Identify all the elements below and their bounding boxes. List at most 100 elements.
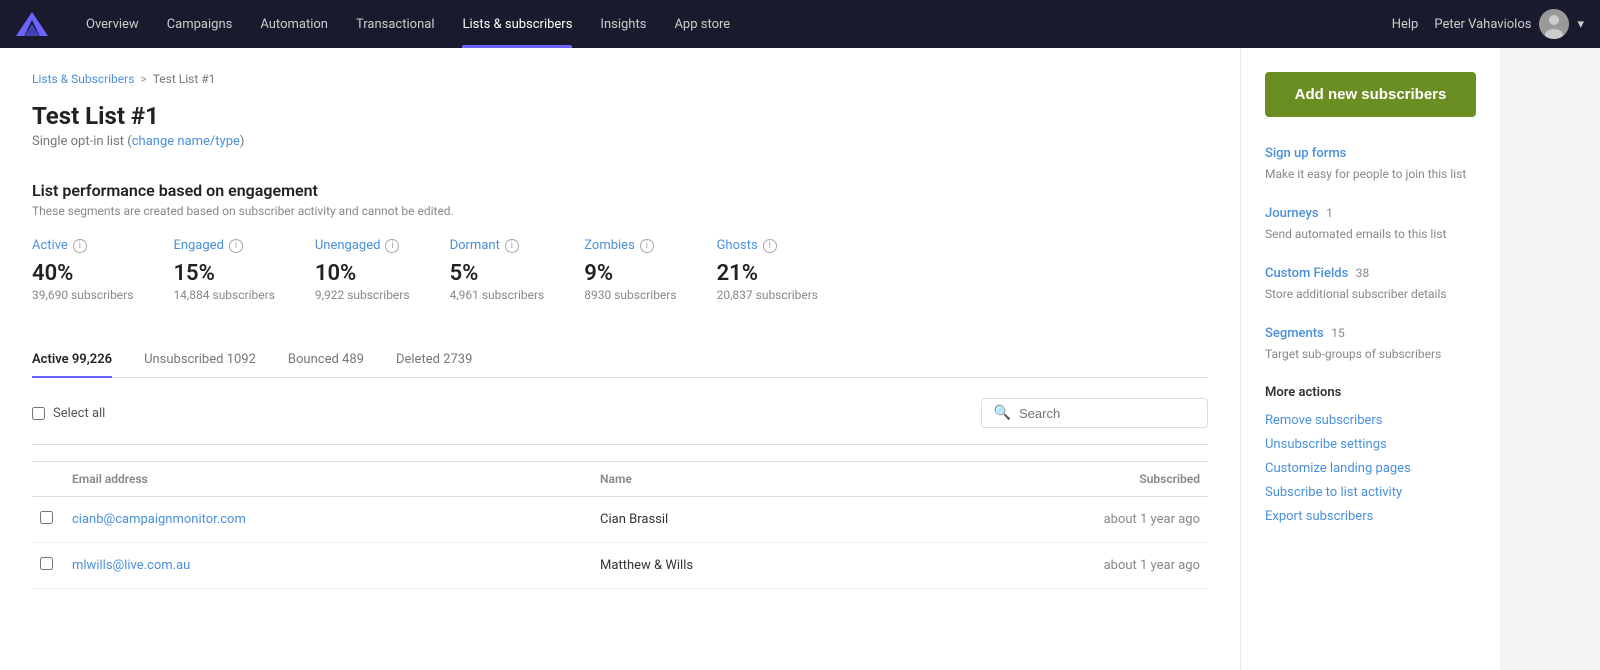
- divider: [32, 444, 1208, 445]
- info-icon[interactable]: i: [73, 239, 87, 253]
- nav-items: OverviewCampaignsAutomationTransactional…: [72, 0, 1392, 48]
- select-all-checkbox[interactable]: [32, 407, 45, 420]
- segment-count: 8930 subscribers: [584, 288, 676, 302]
- select-all-wrap: Select all: [32, 406, 981, 421]
- search-box: 🔍: [981, 398, 1208, 428]
- breadcrumb-separator: >: [140, 72, 146, 86]
- info-icon[interactable]: i: [505, 239, 519, 253]
- nav-item-overview[interactable]: Overview: [72, 0, 153, 48]
- search-icon: 🔍: [994, 405, 1011, 421]
- segment-link[interactable]: Engaged: [173, 238, 223, 253]
- tab-label: Unsubscribed: [144, 352, 223, 367]
- nav-item-lists-subscribers[interactable]: Lists & subscribers: [448, 0, 586, 48]
- nav-item-app-store[interactable]: App store: [660, 0, 744, 48]
- col-subscribed: Subscribed: [895, 462, 1208, 497]
- email-link[interactable]: cianb@campaignmonitor.com: [72, 512, 246, 527]
- col-name: Name: [592, 462, 895, 497]
- user-menu[interactable]: Peter Vahaviolos ▾: [1434, 9, 1584, 39]
- sidebar-link-desc: Send automated emails to this list: [1265, 227, 1476, 241]
- list-controls: Select all 🔍: [32, 398, 1208, 428]
- tab-count: 2739: [443, 352, 472, 367]
- segment-zombies: Zombies i 9% 8930 subscribers: [584, 238, 676, 302]
- page-wrap: Lists & Subscribers > Test List #1 Test …: [0, 48, 1600, 670]
- sidebar-link-desc: Make it easy for people to join this lis…: [1265, 167, 1476, 181]
- sidebar-link-group: Segments 15 Target sub-groups of subscri…: [1265, 325, 1476, 361]
- sidebar-link-anchor[interactable]: Sign up forms: [1265, 146, 1346, 161]
- engagement-desc: These segments are created based on subs…: [32, 204, 1208, 218]
- sidebar-link-desc: Store additional subscriber details: [1265, 287, 1476, 301]
- info-icon[interactable]: i: [229, 239, 243, 253]
- col-checkbox: [32, 462, 64, 497]
- nav-item-campaigns[interactable]: Campaigns: [153, 0, 247, 48]
- sidebar-action-link: Export subscribers: [1265, 508, 1476, 524]
- row-checkbox[interactable]: [40, 557, 53, 570]
- add-new-subscribers-button[interactable]: Add new subscribers: [1265, 72, 1476, 117]
- segment-count: 9,922 subscribers: [315, 288, 410, 302]
- page-title: Test List #1: [32, 102, 1208, 130]
- topnav: OverviewCampaignsAutomationTransactional…: [0, 0, 1600, 48]
- segment-link[interactable]: Active: [32, 238, 68, 253]
- action-link[interactable]: Unsubscribe settings: [1265, 437, 1387, 452]
- segment-link[interactable]: Ghosts: [717, 238, 758, 253]
- segment-pct: 10%: [315, 261, 410, 286]
- breadcrumb: Lists & Subscribers > Test List #1: [32, 72, 1208, 86]
- sidebar-link-badge: 38: [1356, 266, 1370, 280]
- breadcrumb-parent[interactable]: Lists & Subscribers: [32, 72, 134, 86]
- segment-count: 4,961 subscribers: [450, 288, 545, 302]
- segment-pct: 21%: [717, 261, 818, 286]
- sidebar-link-anchor[interactable]: Custom Fields: [1265, 266, 1348, 281]
- sidebar-action-link: Customize landing pages: [1265, 460, 1476, 476]
- action-link[interactable]: Customize landing pages: [1265, 461, 1411, 476]
- subscriber-table: Email address Name Subscribed cianb@camp…: [32, 461, 1208, 589]
- sidebar-action-link: Subscribe to list activity: [1265, 484, 1476, 500]
- email-link[interactable]: mlwills@live.com.au: [72, 558, 190, 573]
- segment-unengaged: Unengaged i 10% 9,922 subscribers: [315, 238, 410, 302]
- row-email: mlwills@live.com.au: [64, 543, 592, 589]
- logo[interactable]: [16, 12, 48, 36]
- nav-item-transactional[interactable]: Transactional: [342, 0, 449, 48]
- avatar: [1539, 9, 1569, 39]
- sidebar-action-link: Unsubscribe settings: [1265, 436, 1476, 452]
- tab-deleted[interactable]: Deleted 2739: [396, 342, 472, 377]
- row-email: cianb@campaignmonitor.com: [64, 497, 592, 543]
- row-checkbox-cell: [32, 543, 64, 589]
- sidebar-link: Journeys 1: [1265, 205, 1476, 221]
- segment-count: 39,690 subscribers: [32, 288, 133, 302]
- table-head: Email address Name Subscribed: [32, 462, 1208, 497]
- action-link[interactable]: Subscribe to list activity: [1265, 485, 1402, 500]
- row-subscribed: about 1 year ago: [895, 497, 1208, 543]
- sidebar-link-group: Sign up forms Make it easy for people to…: [1265, 145, 1476, 181]
- col-email: Email address: [64, 462, 592, 497]
- table-row: cianb@campaignmonitor.com Cian Brassil a…: [32, 497, 1208, 543]
- segment-link[interactable]: Dormant: [450, 238, 500, 253]
- more-actions-title: More actions: [1265, 385, 1476, 400]
- sidebar-link-anchor[interactable]: Segments: [1265, 326, 1324, 341]
- action-link[interactable]: Remove subscribers: [1265, 413, 1383, 428]
- change-name-type-link[interactable]: change name/type: [132, 134, 240, 149]
- nav-item-insights[interactable]: Insights: [586, 0, 660, 48]
- tab-unsubscribed[interactable]: Unsubscribed 1092: [144, 342, 256, 377]
- tab-bounced[interactable]: Bounced 489: [288, 342, 364, 377]
- tab-count: 1092: [227, 352, 256, 367]
- segment-count: 14,884 subscribers: [173, 288, 274, 302]
- sidebar-link: Segments 15: [1265, 325, 1476, 341]
- tab-active[interactable]: Active 99,226: [32, 342, 112, 377]
- search-input[interactable]: [1019, 406, 1195, 421]
- subscriber-tbody: cianb@campaignmonitor.com Cian Brassil a…: [32, 497, 1208, 589]
- info-icon[interactable]: i: [385, 239, 399, 253]
- row-checkbox[interactable]: [40, 511, 53, 524]
- help-link[interactable]: Help: [1392, 17, 1419, 32]
- action-link[interactable]: Export subscribers: [1265, 509, 1373, 524]
- user-name: Peter Vahaviolos: [1434, 17, 1531, 32]
- nav-item-automation[interactable]: Automation: [246, 0, 342, 48]
- sidebar-link-anchor[interactable]: Journeys: [1265, 206, 1319, 221]
- subscriber-tabs: Active 99,226 Unsubscribed 1092 Bounced 48…: [32, 342, 1208, 378]
- segment-link[interactable]: Zombies: [584, 238, 635, 253]
- info-icon[interactable]: i: [640, 239, 654, 253]
- engagement-title: List performance based on engagement: [32, 181, 1208, 200]
- select-all-label[interactable]: Select all: [53, 406, 105, 421]
- info-icon[interactable]: i: [763, 239, 777, 253]
- segment-link[interactable]: Unengaged: [315, 238, 381, 253]
- sidebar-link: Sign up forms: [1265, 145, 1476, 161]
- segment-count: 20,837 subscribers: [717, 288, 818, 302]
